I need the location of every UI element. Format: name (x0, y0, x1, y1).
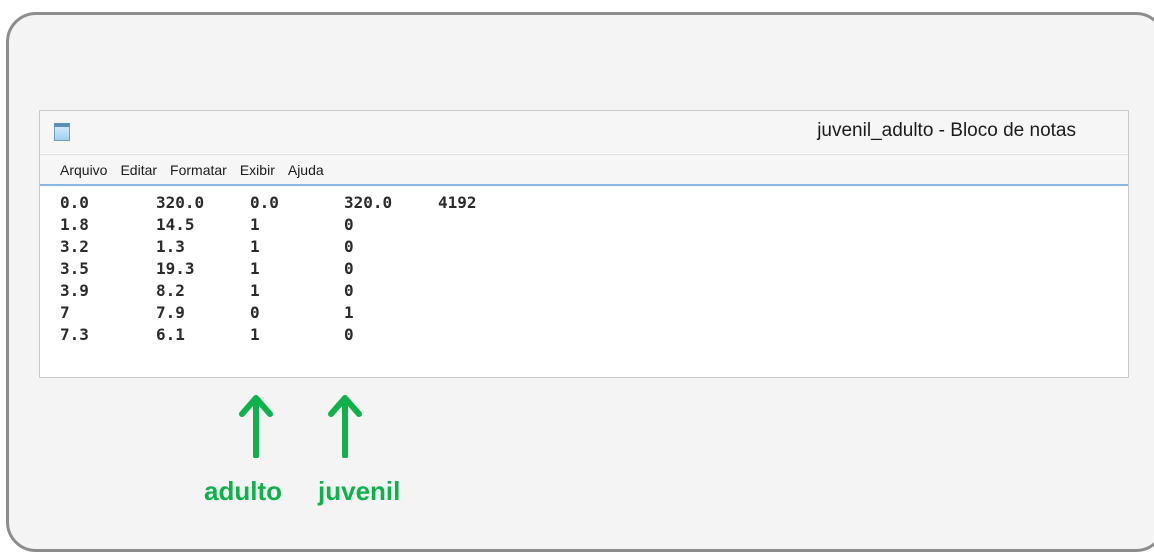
text-cell: 320.0 (344, 193, 393, 212)
text-cell: 3.9 (60, 281, 89, 300)
text-cell: 7 (60, 303, 70, 322)
text-editor[interactable]: 0.0 320.0 0.0 320.0 4192 1.8 14.5 1 0 3.… (40, 184, 1128, 377)
text-cell: 0.0 (60, 193, 89, 212)
text-cell: 3.2 (60, 237, 89, 256)
text-cell: 19.3 (156, 259, 195, 278)
text-cell: 1 (250, 237, 260, 256)
text-cell: 0 (344, 281, 354, 300)
text-cell: 0.0 (250, 193, 279, 212)
text-line: 1.8 14.5 1 0 (60, 215, 354, 236)
text-line: 7.3 6.1 1 0 (60, 325, 354, 346)
text-cell: 1.3 (156, 237, 185, 256)
text-line: 3.9 8.2 1 0 (60, 281, 354, 302)
text-cell: 1 (250, 281, 260, 300)
menu-arquivo[interactable]: Arquivo (60, 162, 107, 178)
text-cell: 0 (250, 303, 260, 322)
notepad-window: juvenil_adulto - Bloco de notas Arquivo … (39, 110, 1129, 378)
text-cell: 1 (250, 259, 260, 278)
menu-editar[interactable]: Editar (120, 162, 157, 178)
text-cell: 4192 (438, 193, 477, 212)
text-line: 0.0 320.0 0.0 320.0 4192 (60, 193, 477, 214)
text-cell: 7.9 (156, 303, 185, 322)
text-line: 7 7.9 0 1 (60, 303, 354, 324)
adulto-label: adulto (204, 476, 282, 506)
text-cell: 14.5 (156, 215, 195, 234)
text-cell: 3.5 (60, 259, 89, 278)
text-cell: 1 (344, 303, 354, 322)
text-cell: 0 (344, 259, 354, 278)
text-line: 3.5 19.3 1 0 (60, 259, 354, 280)
window-title: juvenil_adulto - Bloco de notas (817, 120, 1076, 141)
text-cell: 0 (344, 215, 354, 234)
menu-bar: Arquivo Editar Formatar Exibir Ajuda (40, 154, 1128, 184)
text-cell: 6.1 (156, 325, 185, 344)
text-cell: 7.3 (60, 325, 89, 344)
menu-ajuda[interactable]: Ajuda (288, 162, 324, 178)
up-arrow-icon (328, 395, 362, 458)
text-cell: 0 (344, 325, 354, 344)
up-arrow-icon (239, 395, 273, 458)
text-cell: 1.8 (60, 215, 89, 234)
text-line: 3.2 1.3 1 0 (60, 237, 354, 258)
text-cell: 1 (250, 215, 260, 234)
text-cell: 8.2 (156, 281, 185, 300)
menu-exibir[interactable]: Exibir (240, 162, 275, 178)
notepad-icon[interactable] (54, 123, 70, 141)
juvenil-label: juvenil (318, 476, 401, 506)
menu-formatar[interactable]: Formatar (170, 162, 227, 178)
title-bar[interactable]: juvenil_adulto - Bloco de notas (40, 111, 1128, 153)
text-cell: 1 (250, 325, 260, 344)
text-cell: 0 (344, 237, 354, 256)
text-cell: 320.0 (156, 193, 205, 212)
